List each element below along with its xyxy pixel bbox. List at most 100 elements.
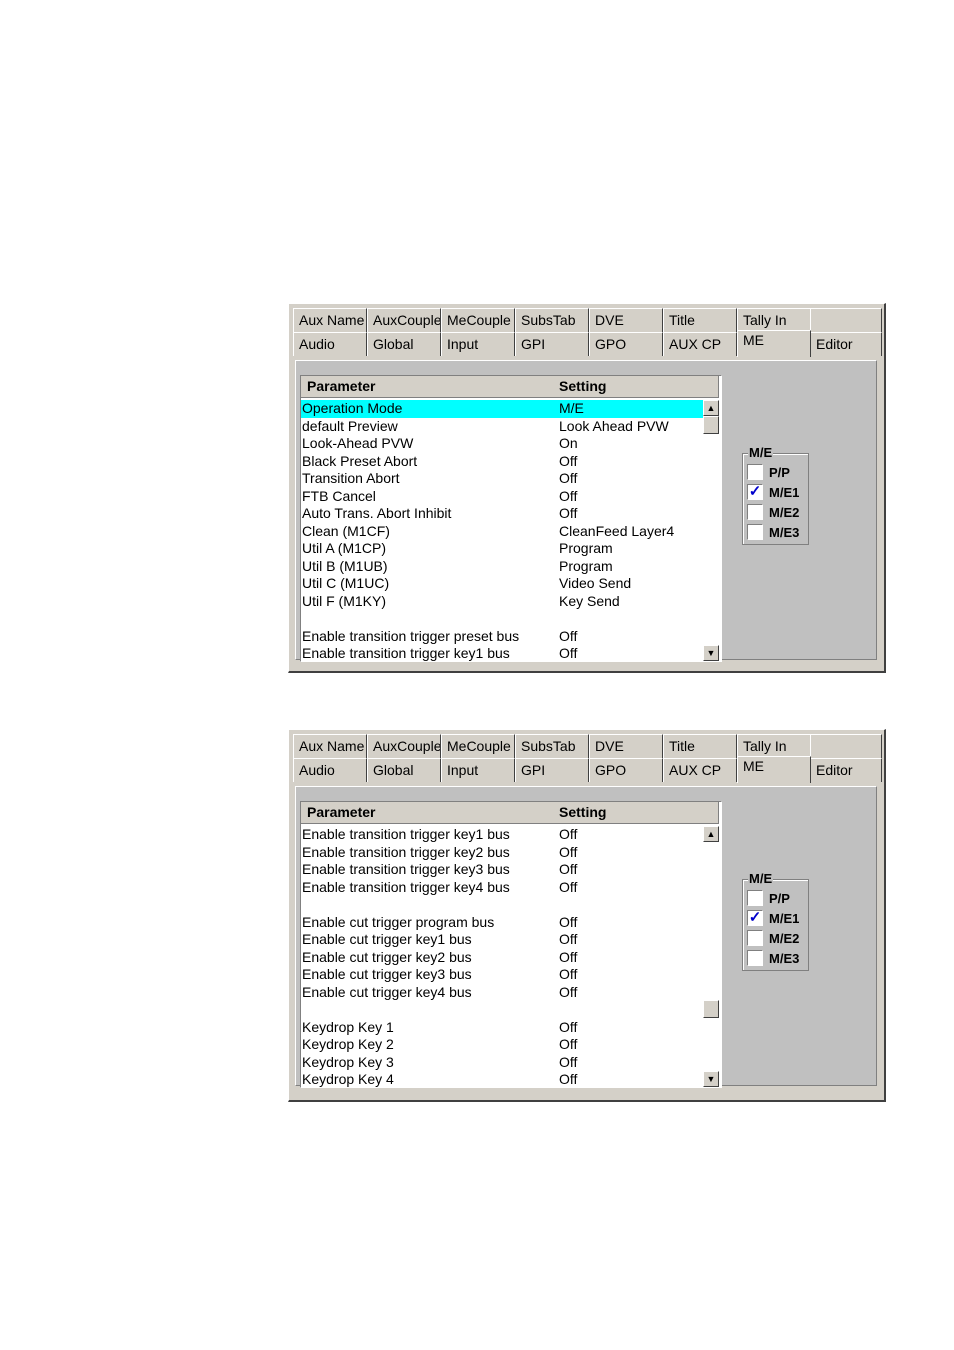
parameter-setting: Off [559, 931, 578, 947]
tab-gpi[interactable]: GPI [515, 332, 589, 356]
tab-global[interactable]: Global [367, 332, 441, 356]
parameter-name: Enable cut trigger key1 bus [302, 931, 472, 947]
parameter-name: Enable transition trigger key3 bus [302, 861, 510, 877]
parameter-setting: Program [559, 540, 613, 556]
list-row[interactable] [301, 896, 703, 914]
list-row[interactable]: Auto Trans. Abort Inhibit Off [301, 505, 703, 523]
list-row[interactable]: Enable transition trigger key1 bus Off [301, 645, 703, 661]
parameter-setting: Off [559, 966, 578, 982]
scroll-down-arrow-icon[interactable]: ▼ [703, 645, 719, 661]
list-row[interactable]: FTB Cancel Off [301, 488, 703, 506]
checkbox-checked[interactable]: ✓ [747, 910, 763, 926]
list-row[interactable]: Util C (M1UC) Video Send [301, 575, 703, 593]
list-row[interactable]: Enable cut trigger key4 bus Off [301, 984, 703, 1002]
tab-mecouple[interactable]: MeCouple [441, 734, 515, 758]
tab-aux-name[interactable]: Aux Name [293, 734, 367, 758]
list-row[interactable]: Keydrop Key 2 Off [301, 1036, 703, 1054]
vertical-scrollbar[interactable]: ▲ ▼ [703, 826, 719, 1087]
parameter-name: Enable transition trigger key1 bus [302, 826, 510, 842]
settings-panel-1: Aux Name AuxCouple MeCouple SubsTab DVE Title… [288, 303, 886, 673]
parameter-list[interactable]: Parameter Setting Operation Mode M/E default… [300, 375, 722, 662]
tab-title[interactable]: Title [663, 734, 737, 758]
list-row[interactable]: Black Preset Abort Off [301, 453, 703, 471]
list-row[interactable]: Enable cut trigger program bus Off [301, 914, 703, 932]
list-row[interactable]: default Preview Look Ahead PVW [301, 418, 703, 436]
vertical-scrollbar[interactable]: ▲ ▼ [703, 400, 719, 661]
tab-blank[interactable] [810, 734, 882, 758]
list-row[interactable]: Enable cut trigger key3 bus Off [301, 966, 703, 984]
tab-editor[interactable]: Editor [810, 332, 882, 356]
tab-aux-name[interactable]: Aux Name [293, 308, 367, 332]
checkbox[interactable] [747, 930, 763, 946]
tab-audio[interactable]: Audio [293, 758, 367, 782]
checkbox[interactable] [747, 524, 763, 540]
list-row[interactable]: Enable transition trigger key2 bus Off [301, 844, 703, 862]
tab-gpo[interactable]: GPO [589, 758, 663, 782]
scroll-up-arrow-icon[interactable]: ▲ [703, 826, 719, 842]
tab-aux-cp[interactable]: AUX CP [663, 758, 737, 782]
list-row[interactable]: Transition Abort Off [301, 470, 703, 488]
list-row[interactable]: Enable transition trigger key1 bus Off [301, 826, 703, 844]
scroll-thumb[interactable] [703, 416, 719, 434]
column-header-parameter[interactable]: Parameter [307, 376, 376, 397]
list-row[interactable]: Operation Mode M/E [301, 400, 703, 418]
parameter-setting: M/E [559, 400, 584, 416]
column-header-setting[interactable]: Setting [559, 802, 606, 823]
tab-aux-cp[interactable]: AUX CP [663, 332, 737, 356]
list-row[interactable]: Enable cut trigger key1 bus Off [301, 931, 703, 949]
tab-input[interactable]: Input [441, 758, 515, 782]
list-row[interactable]: Look-Ahead PVW On [301, 435, 703, 453]
list-row[interactable]: Util B (M1UB) Program [301, 558, 703, 576]
scroll-thumb[interactable] [703, 1000, 719, 1019]
list-row[interactable]: Keydrop Key 3 Off [301, 1054, 703, 1072]
tab-blank[interactable] [810, 308, 882, 332]
tab-audio[interactable]: Audio [293, 332, 367, 356]
tab-gpo[interactable]: GPO [589, 332, 663, 356]
checkbox-label: M/E3 [769, 525, 800, 540]
tab-gpi[interactable]: GPI [515, 758, 589, 782]
scroll-down-arrow-icon[interactable]: ▼ [703, 1071, 719, 1087]
tab-mecouple[interactable]: MeCouple [441, 308, 515, 332]
tab-me[interactable]: ME [737, 330, 811, 357]
tab-title[interactable]: Title [663, 308, 737, 332]
list-row[interactable]: Enable transition trigger key4 bus Off [301, 879, 703, 897]
tab-editor[interactable]: Editor [810, 758, 882, 782]
list-row[interactable]: Keydrop Key 4 Off [301, 1071, 703, 1087]
checkbox-checked[interactable]: ✓ [747, 484, 763, 500]
list-row[interactable]: Enable transition trigger preset bus Off [301, 628, 703, 646]
tab-dve[interactable]: DVE [589, 308, 663, 332]
parameter-name: Enable cut trigger key2 bus [302, 948, 472, 965]
me-group-title: M/E [748, 445, 774, 461]
list-row[interactable]: Util A (M1CP) Program [301, 540, 703, 558]
parameter-setting: Video Send [559, 575, 632, 591]
tab-tally-in[interactable]: Tally In [737, 734, 811, 758]
list-row[interactable]: Keydrop Key 1 Off [301, 1019, 703, 1037]
list-row[interactable] [301, 1001, 703, 1019]
checkbox[interactable] [747, 890, 763, 906]
column-header-parameter[interactable]: Parameter [307, 802, 376, 823]
list-row[interactable] [301, 610, 703, 628]
tab-dve[interactable]: DVE [589, 734, 663, 758]
settings-panel-2: Aux Name AuxCouple MeCouple SubsTab DVE Title… [288, 729, 886, 1102]
parameter-name: Enable transition trigger key1 bus [302, 645, 510, 661]
tab-global[interactable]: Global [367, 758, 441, 782]
checkbox[interactable] [747, 464, 763, 480]
list-row[interactable]: Util F (M1KY) Key Send [301, 593, 703, 611]
tab-auxcouple[interactable]: AuxCouple [367, 734, 441, 758]
tab-substab[interactable]: SubsTab [515, 308, 589, 332]
checkbox[interactable] [747, 504, 763, 520]
parameter-name: Util F (M1KY) [302, 592, 386, 609]
parameter-list[interactable]: Parameter Setting Enable transition trigge… [300, 801, 722, 1088]
tab-auxcouple[interactable]: AuxCouple [367, 308, 441, 332]
column-header-setting[interactable]: Setting [559, 376, 606, 397]
tab-substab[interactable]: SubsTab [515, 734, 589, 758]
checkbox[interactable] [747, 950, 763, 966]
list-row[interactable]: Clean (M1CF) CleanFeed Layer4 [301, 523, 703, 541]
list-row[interactable]: Enable transition trigger key3 bus Off [301, 861, 703, 879]
tab-me[interactable]: ME [737, 756, 811, 783]
tab-input[interactable]: Input [441, 332, 515, 356]
parameter-setting: Off [559, 1018, 578, 1035]
scroll-up-arrow-icon[interactable]: ▲ [703, 400, 719, 416]
tab-tally-in[interactable]: Tally In [737, 308, 811, 332]
list-row[interactable]: Enable cut trigger key2 bus Off [301, 949, 703, 967]
